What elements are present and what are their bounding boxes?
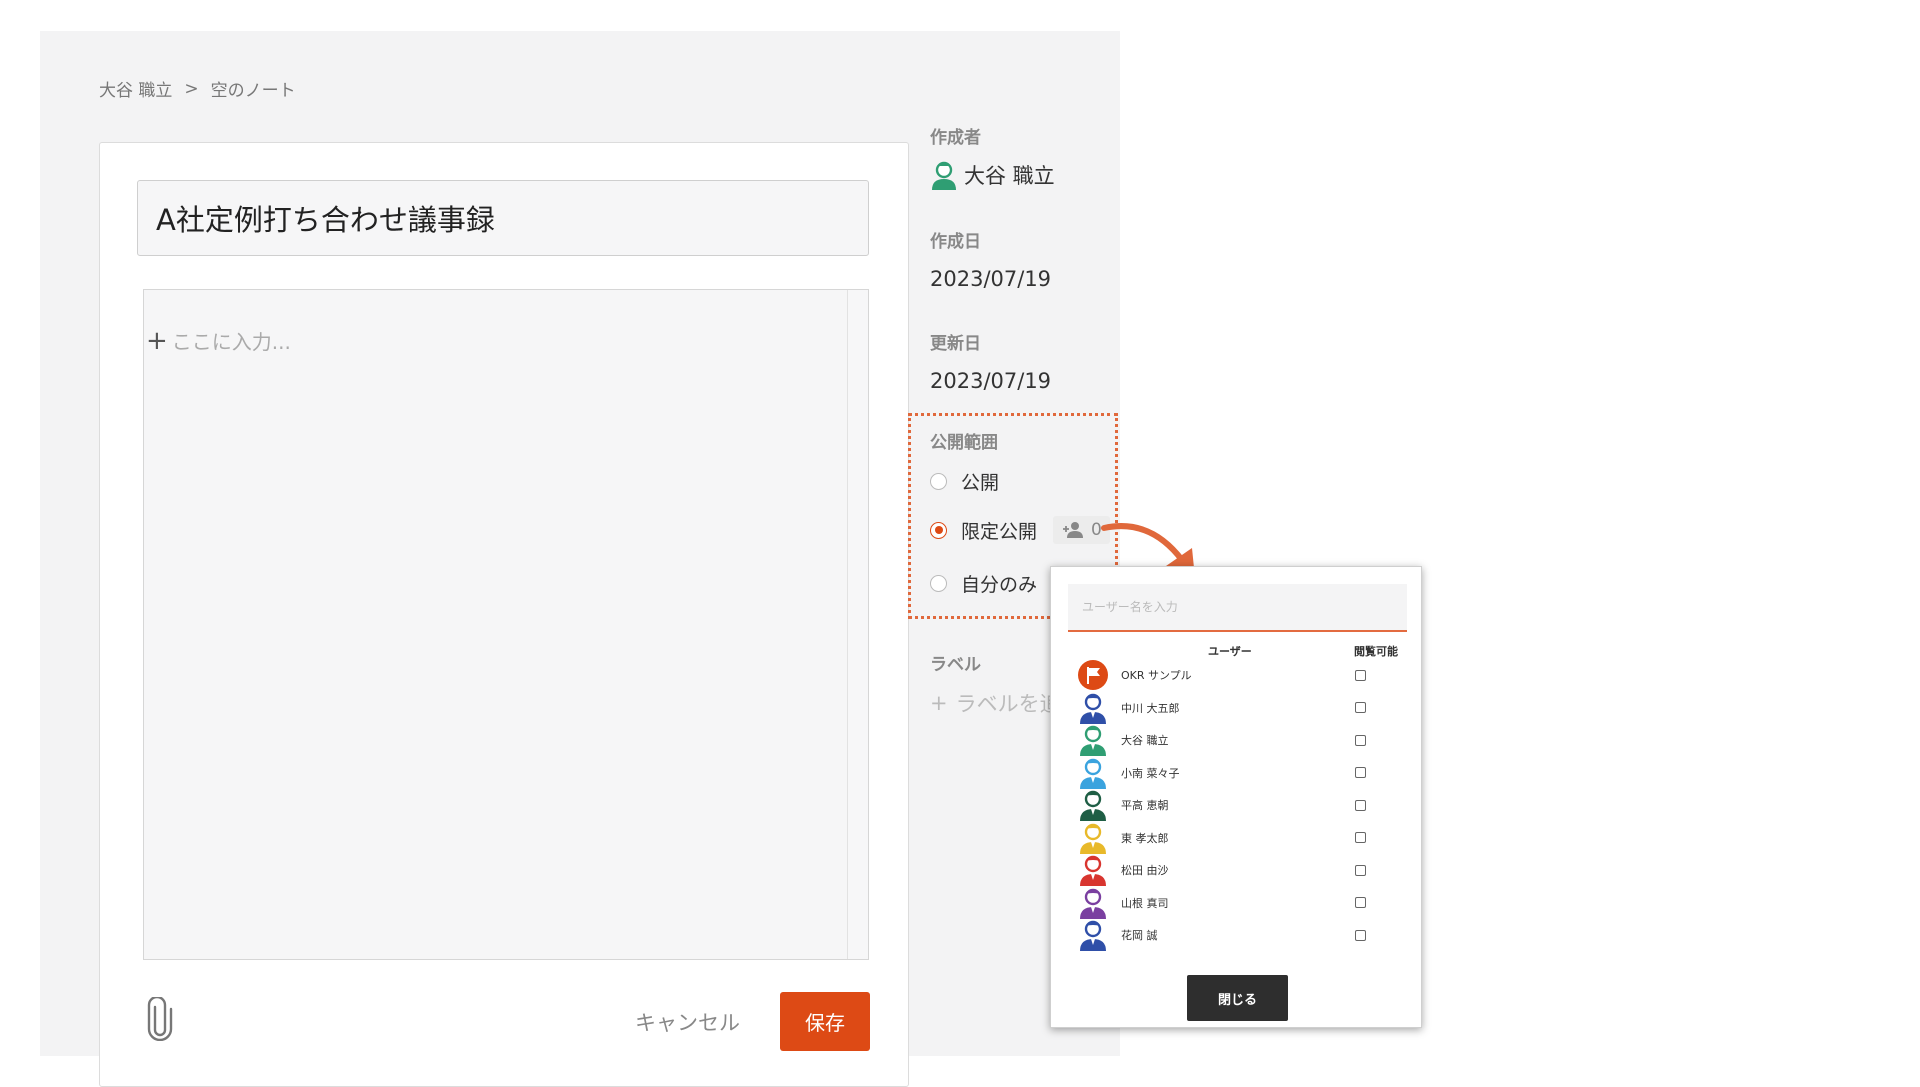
user-row[interactable]: 平高 恵朝 [1077,789,1397,821]
radio-limited[interactable] [930,521,947,539]
paperclip-icon[interactable] [147,995,173,1045]
created-date: 2023/07/19 [930,267,1052,291]
access-checkbox[interactable] [1355,799,1366,811]
user-name: 小南 菜々子 [1121,766,1180,780]
title-input[interactable] [137,180,869,256]
author-avatar-icon [932,161,956,190]
user-name: 山根 真司 [1121,896,1169,910]
body-scrollbar[interactable] [847,290,868,959]
editor-card: + ここに入力... キャンセル 保存 [99,142,909,1087]
labels-title: ラベル [930,655,981,675]
access-checkbox[interactable] [1355,864,1366,876]
body-placeholder: + ここに入力... [146,326,291,355]
close-button[interactable]: 閉じる [1187,975,1288,1021]
access-checkbox[interactable] [1355,734,1366,746]
user-name: 東 孝太郎 [1121,831,1169,845]
user-row[interactable]: 山根 真司 [1077,887,1397,919]
user-row[interactable]: 東 孝太郎 [1077,822,1397,854]
add-label-button[interactable]: + ラベルを追 [930,688,1061,718]
access-checkbox[interactable] [1355,832,1366,843]
user-avatar-icon [1077,854,1109,886]
radio-private[interactable] [930,575,947,592]
body-placeholder-text: ここに入力... [171,330,291,354]
access-checkbox[interactable] [1355,702,1366,713]
add-block-icon[interactable]: + [146,328,168,354]
updated-label: 更新日 [930,334,981,354]
user-name: 平高 恵朝 [1121,799,1169,812]
flag-avatar-icon [1077,659,1109,691]
user-avatar-icon [1077,724,1109,756]
column-header-access: 閲覧可能 [1354,645,1398,658]
note-body-editor[interactable]: + ここに入力... [143,289,869,960]
user-name: 大谷 職立 [1121,734,1169,747]
user-select-popup: ユーザー 閲覧可能 OKR サンプル中川 大五郎大谷 職立小南 菜々子平高 恵朝… [1050,566,1422,1028]
updated-date: 2023/07/19 [930,369,1052,393]
access-checkbox[interactable] [1355,767,1366,778]
breadcrumb-separator: > [184,78,199,99]
radio-public-label: 公開 [961,472,1000,494]
user-row[interactable]: 大谷 職立 [1077,724,1397,756]
user-avatar-icon [1077,887,1109,919]
visibility-option-private[interactable]: 自分のみ [930,570,1037,597]
radio-private-label: 自分のみ [961,574,1038,596]
breadcrumb-current: 空のノート [210,81,296,101]
breadcrumb: 大谷 職立 > 空のノート [99,76,296,102]
save-button[interactable]: 保存 [780,992,870,1051]
visibility-label: 公開範囲 [930,433,998,453]
add-user-icon [1063,522,1084,538]
created-label: 作成日 [930,232,981,252]
author-value: 大谷 職立 [930,160,1055,190]
user-search-input[interactable] [1068,584,1407,632]
access-checkbox[interactable] [1355,669,1366,681]
user-name: 松田 由沙 [1121,864,1169,877]
add-label-text: ラベルを追 [955,692,1061,716]
user-name: 中川 大五郎 [1121,701,1180,715]
user-avatar-icon [1077,757,1109,789]
plus-icon: + [930,691,948,715]
user-row[interactable]: 花岡 誠 [1077,919,1397,951]
cancel-button[interactable]: キャンセル [635,1007,740,1037]
user-name: 花岡 誠 [1121,929,1158,942]
visibility-option-public[interactable]: 公開 [930,468,999,495]
breadcrumb-user[interactable]: 大谷 職立 [99,76,172,101]
access-checkbox[interactable] [1355,897,1366,908]
author-name: 大谷 職立 [964,164,1055,188]
user-avatar-icon [1077,789,1109,821]
access-checkbox[interactable] [1355,929,1366,941]
user-row[interactable]: 小南 菜々子 [1077,757,1397,789]
user-avatar-icon [1077,919,1109,951]
radio-public[interactable] [930,473,947,490]
user-row[interactable]: 中川 大五郎 [1077,692,1397,724]
visibility-option-limited[interactable]: 限定公開 0 [930,516,1110,544]
user-row[interactable]: OKR サンプル [1077,659,1397,691]
column-header-user: ユーザー [1208,645,1252,658]
user-name: OKR サンプル [1121,669,1192,682]
radio-limited-label: 限定公開 [961,520,1038,543]
user-avatar-icon [1077,822,1109,854]
author-label: 作成者 [930,128,981,148]
user-row[interactable]: 松田 由沙 [1077,854,1397,886]
user-avatar-icon [1077,692,1109,724]
